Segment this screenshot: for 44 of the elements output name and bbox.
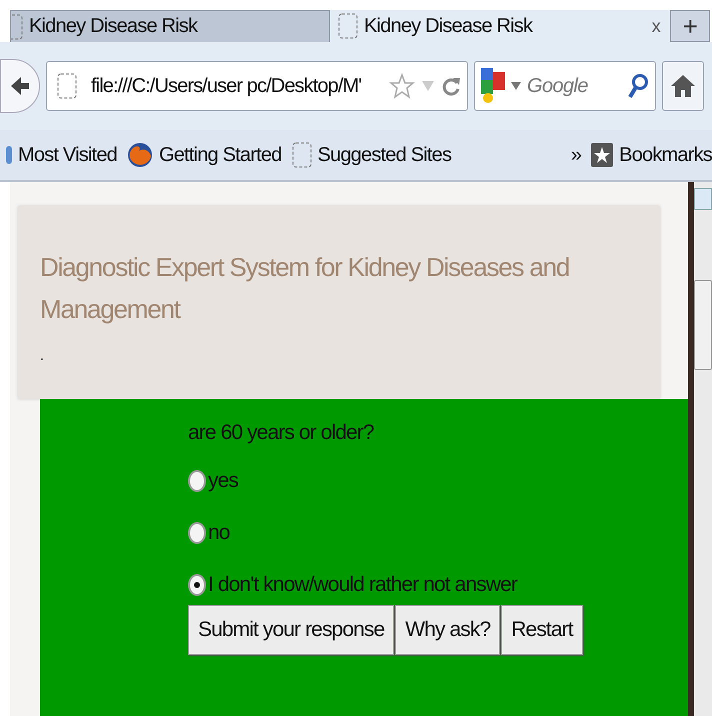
form-button[interactable]: Submit your response (188, 604, 394, 655)
tab-title: Kidney Disease Risk (364, 14, 532, 38)
overflow-chevron[interactable]: » (570, 144, 582, 166)
blank-page-icon (338, 13, 358, 39)
dropdown-arrow-icon[interactable] (511, 82, 521, 90)
home-icon (670, 74, 696, 98)
radio-button[interactable] (188, 522, 206, 544)
option-label: no (208, 520, 230, 545)
bookmark-item[interactable]: Suggested Sites (292, 142, 452, 168)
reload-icon[interactable] (441, 75, 461, 97)
page-heading: Diagnostic Expert System for Kidney Diseases and Management (40, 251, 570, 326)
bookmarks-menu[interactable]: Bookmarks (591, 143, 712, 167)
blank-page-icon (57, 73, 77, 99)
form-button[interactable]: Restart (501, 604, 583, 655)
close-tab-button[interactable]: x (652, 16, 660, 36)
search-engine-icon[interactable] (481, 68, 505, 104)
option-label: yes (208, 468, 238, 493)
search-field[interactable]: Google (474, 61, 656, 111)
back-arrow-icon (9, 75, 31, 97)
scrollbar[interactable] (688, 182, 712, 716)
home-button[interactable] (662, 61, 704, 111)
form-button[interactable]: Why ask? (395, 604, 500, 655)
radio-button[interactable] (188, 470, 206, 492)
radio-button[interactable] (188, 574, 206, 596)
option-label: I don't know/would rather not answer (208, 572, 517, 597)
url-text: file:///C:/Users/user pc/Desktop/M' (91, 74, 362, 98)
bookmark-label: Getting Started (158, 144, 282, 166)
star-icon[interactable] (389, 73, 415, 99)
scroll-thumb[interactable] (694, 280, 712, 370)
back-button[interactable] (0, 59, 40, 113)
globe-icon (126, 142, 153, 168)
address-bar[interactable]: file:///C:/Users/user pc/Desktop/M' (46, 61, 468, 111)
browser-tab[interactable]: Kidney Disease Risk x (330, 10, 670, 42)
bookmark-item[interactable]: Getting Started (126, 142, 282, 168)
browser-tab[interactable]: Kidney Disease Risk (10, 10, 330, 42)
search-icon[interactable] (627, 73, 649, 99)
new-tab-button[interactable]: + (670, 10, 710, 42)
bookmarks-label: Bookmarks (619, 144, 712, 166)
search-placeholder: Google (527, 74, 588, 98)
question-text: are 60 years or older? (188, 420, 375, 445)
bookmark-label: Suggested Sites (318, 144, 452, 166)
dot-marker: . (40, 348, 45, 362)
blank-page-icon (292, 142, 312, 168)
tab-title: Kidney Disease Risk (29, 15, 198, 38)
